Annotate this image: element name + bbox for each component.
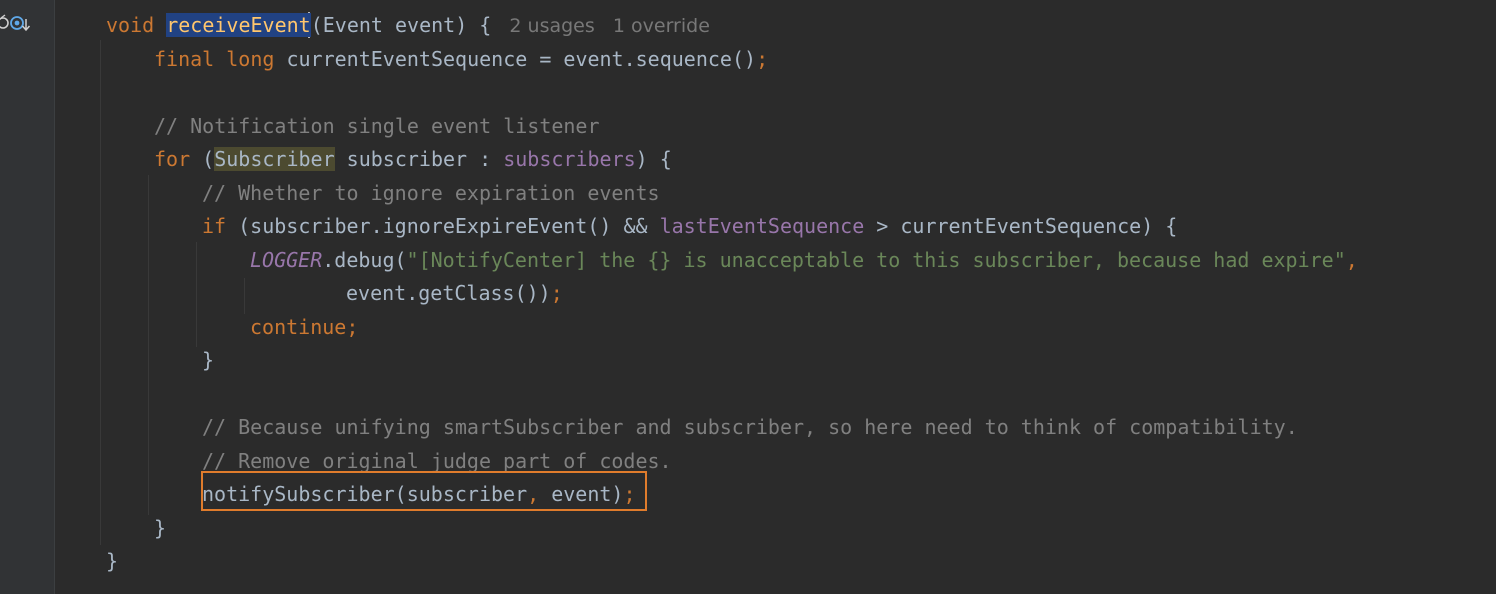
code-token: subscriber : (334, 147, 504, 171)
code-editor[interactable]: void receiveEvent(Event event) { 2 usage… (0, 0, 1496, 594)
code-token: (subscriber.ignoreExpireEvent() && (238, 214, 660, 238)
inlay-hint: 2 usages 1 override (503, 15, 710, 37)
code-token: // Whether to ignore expiration events (202, 180, 660, 205)
indent-guide (148, 175, 149, 515)
code-token: LOGGER (250, 247, 323, 272)
code-token: ( (202, 147, 215, 171)
indent-guide (244, 278, 245, 314)
code-token: event.getClass()) (346, 281, 551, 305)
override-marker-icon[interactable] (0, 14, 9, 29)
code-token: currentEventSequence = event.sequence() (286, 46, 757, 71)
code-line[interactable]: event.getClass()); (346, 277, 563, 310)
code-token: final long (154, 46, 287, 71)
code-token: "[NotifyCenter] the {} is unacceptable t… (406, 247, 1346, 272)
code-line[interactable]: } (154, 512, 166, 545)
code-token: Subscriber (214, 147, 335, 171)
code-line[interactable]: // Because unifying smartSubscriber and … (202, 411, 1298, 444)
code-line[interactable]: void receiveEvent(Event event) { 2 usage… (106, 9, 710, 42)
code-line[interactable]: if (subscriber.ignoreExpireEvent() && la… (202, 210, 1177, 243)
indent-guide (196, 242, 197, 347)
code-line[interactable]: final long currentEventSequence = event.… (154, 43, 768, 76)
code-token: } (202, 348, 215, 372)
code-token: // Notification single event listener (154, 113, 600, 138)
code-token: ; (550, 281, 563, 305)
code-line[interactable]: for (Subscriber subscriber : subscribers… (154, 143, 672, 176)
code-line[interactable]: LOGGER.debug("[NotifyCenter] the {} is u… (250, 244, 1358, 277)
code-token: for (154, 147, 203, 171)
code-token: ; (756, 46, 769, 71)
indent-guide (100, 40, 101, 545)
code-token: // Remove original judge part of codes. (202, 448, 672, 473)
code-line[interactable]: } (106, 545, 118, 578)
code-line[interactable]: // Whether to ignore expiration events (202, 177, 660, 210)
editor-gutter (0, 0, 55, 594)
code-token: (Event event) { (310, 13, 504, 37)
code-line[interactable]: continue; (250, 311, 358, 344)
code-token: .debug( (322, 247, 407, 272)
highlight-box (201, 471, 647, 511)
code-line[interactable]: // Notification single event listener (154, 110, 600, 143)
code-token: } (106, 549, 119, 573)
code-token: lastEventSequence (659, 214, 865, 238)
code-token: continue; (250, 314, 359, 339)
code-token: if (202, 214, 239, 238)
code-line[interactable]: } (202, 344, 214, 377)
code-token: void (106, 13, 167, 37)
code-token: , (1345, 247, 1358, 272)
code-token: subscribers (503, 147, 636, 171)
code-token: // Because unifying smartSubscriber and … (202, 415, 1298, 439)
code-token: receiveEvent (166, 13, 311, 37)
code-token: > currentEventSequence) { (864, 214, 1178, 238)
code-token: ) { (635, 147, 672, 171)
code-token: } (154, 515, 167, 540)
gutter-markers[interactable] (0, 14, 36, 36)
implemented-marker-icon[interactable] (10, 16, 31, 32)
